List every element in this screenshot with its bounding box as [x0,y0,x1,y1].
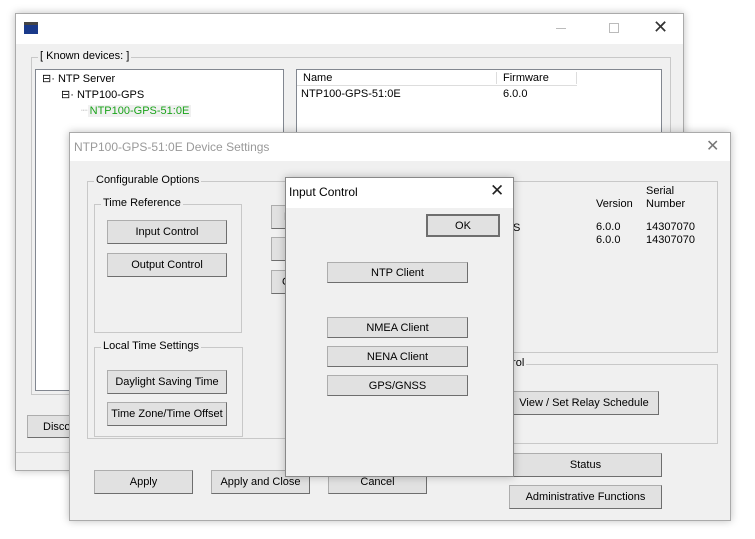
label: OK [455,219,471,232]
maximize-button[interactable] [609,23,619,33]
tree-node-device[interactable]: ┈ NTP100-GPS-51:0E [81,104,192,117]
administrative-functions-button[interactable]: Administrative Functions [509,485,662,509]
serial-header: Serial [646,185,675,197]
label: Apply and Close [220,476,301,488]
minimize-button[interactable] [556,28,566,29]
window-title: NTP100-GPS-51:0E Device Settings [74,140,270,154]
time-zone-button[interactable]: Time Zone/Time Offset [107,402,227,426]
dialog-title: Input Control [289,185,358,199]
version-value: 6.0.0 [596,221,621,233]
close-icon[interactable]: ✕ [706,136,719,156]
close-icon[interactable]: ✕ [653,17,668,38]
tree-node-ntp100-gps[interactable]: ⊟· NTP100-GPS [61,88,144,101]
ok-button[interactable]: OK [426,214,500,237]
group-label: Local Time Settings [101,340,201,352]
row-firmware: 6.0.0 [503,88,528,100]
label: Input Control [135,226,199,238]
tree-node-ntp-server[interactable]: ⊟· NTP Server [42,72,115,85]
label: Status [569,459,602,471]
group-label: Configurable Options [94,174,202,186]
list-header: Name Firmware [297,70,577,86]
label: Output Control [131,259,203,271]
title-bar: ✕ [16,14,683,44]
relay-schedule-button[interactable]: View / Set Relay Schedule [509,391,659,415]
serial-value: 14307070 [646,234,695,246]
label: NMEA Client [366,321,429,334]
column-name[interactable]: Name [303,72,497,84]
gps-gnss-button[interactable]: GPS/GNSS [327,375,468,396]
row-name[interactable]: NTP100-GPS-51:0E [301,88,401,100]
serial-value: 14307070 [646,221,695,233]
label: GPS/GNSS [368,379,427,392]
app-icon [24,22,38,34]
label: NTP Server [57,73,116,85]
label: Apply [129,476,158,488]
label: Daylight Saving Time [115,376,219,388]
label: NTP Client [371,266,424,279]
title-bar: NTP100-GPS-51:0E Device Settings ✕ [70,133,730,161]
label: View / Set Relay Schedule [519,397,649,409]
output-control-button[interactable]: Output Control [107,253,227,277]
input-control-dialog: Input Control ✕ OK NTP Client NMEA Clien… [285,177,514,477]
version-header: Version [596,198,633,210]
nena-client-button[interactable]: NENA Client [327,346,468,367]
label: NTP100-GPS-51:0E [87,105,192,117]
serial-header-2: Number [646,198,686,210]
label: Cancel [360,476,395,488]
column-firmware[interactable]: Firmware [503,72,577,84]
apply-button[interactable]: Apply [94,470,193,494]
info-fragment: S [513,222,521,234]
title-bar: Input Control ✕ [286,178,513,208]
label: NENA Client [366,350,429,363]
group-label: [ Known devices: ] [38,50,132,62]
label: Disco [43,420,71,433]
version-value: 6.0.0 [596,234,621,246]
group-label: Time Reference [101,197,183,209]
status-button[interactable]: Status [509,453,662,477]
input-control-button[interactable]: Input Control [107,220,227,244]
label: Administrative Functions [525,491,646,503]
label: Time Zone/Time Offset [111,408,223,420]
label: NTP100-GPS [76,89,145,101]
daylight-saving-button[interactable]: Daylight Saving Time [107,370,227,394]
nmea-client-button[interactable]: NMEA Client [327,317,468,338]
close-icon[interactable]: ✕ [490,181,504,201]
ntp-client-button[interactable]: NTP Client [327,262,468,283]
